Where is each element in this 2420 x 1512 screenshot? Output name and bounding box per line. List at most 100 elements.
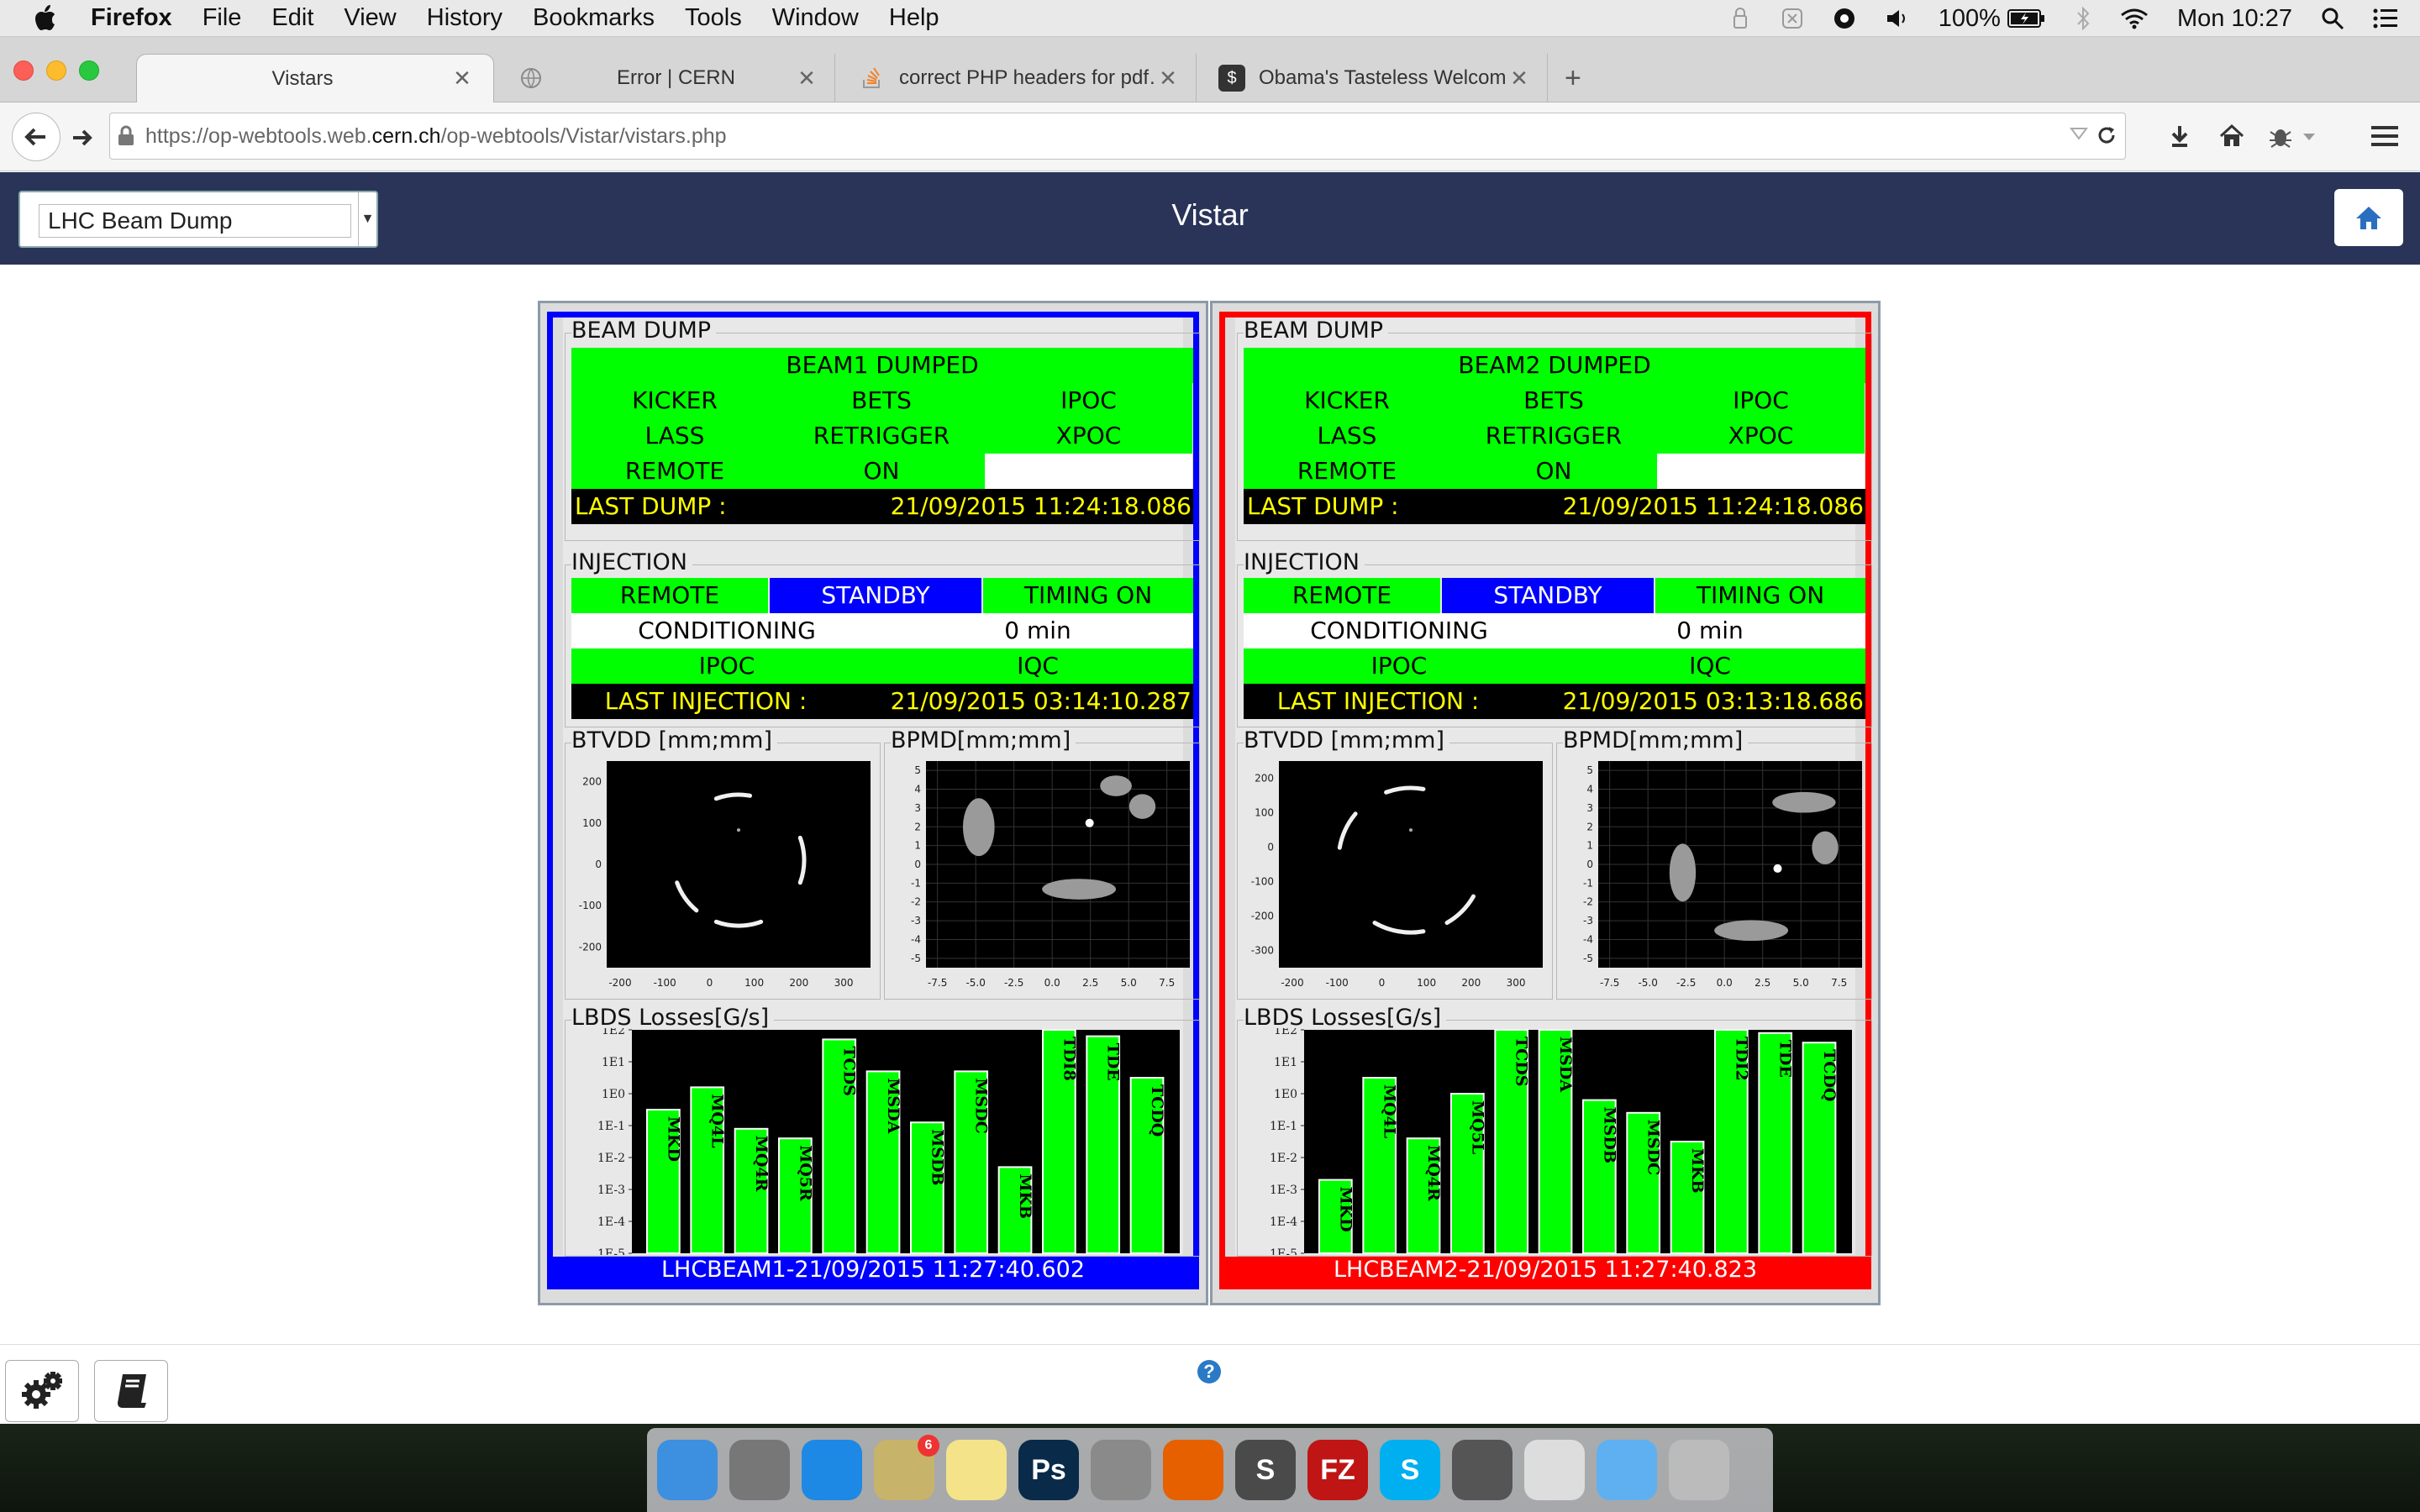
tab-close-icon[interactable]: ✕ [1507, 66, 1532, 92]
addon-bug-icon[interactable] [2264, 119, 2297, 153]
plot-label: BPMD[mm;mm] [891, 727, 1076, 753]
dump-status-cell: REMOTE [571, 454, 778, 489]
volume-icon[interactable] [1885, 7, 1910, 30]
y-tick-label: 2 [1586, 821, 1593, 832]
injection-iqc: IQC [1555, 648, 1865, 684]
menu-history[interactable]: History [427, 4, 502, 32]
battery-icon[interactable] [2007, 8, 2046, 29]
sublime-text-icon[interactable]: S [1235, 1440, 1296, 1500]
home-button[interactable] [2334, 189, 2403, 246]
tab-strip: Vistars ✕ Error | CERN ✕ correct PHP hea… [0, 37, 2420, 102]
reload-icon[interactable] [2095, 123, 2118, 147]
firefox-icon[interactable] [1163, 1440, 1223, 1500]
mail-icon[interactable]: 6 [874, 1435, 939, 1500]
help-icon[interactable]: ? [1197, 1360, 1221, 1383]
window-close-button[interactable] [13, 60, 34, 81]
menu-help[interactable]: Help [889, 4, 939, 32]
loss-bar-label: MSDA [1556, 1037, 1575, 1092]
window-zoom-button[interactable] [79, 60, 99, 81]
apple-icon[interactable] [32, 4, 66, 33]
dump-status-cell: LASS [1244, 418, 1450, 454]
tab-close-icon[interactable]: ✕ [1155, 66, 1181, 92]
filezilla-icon[interactable]: FZ [1307, 1440, 1368, 1500]
vpn-icon[interactable] [1728, 6, 1752, 31]
plot-label: BPMD[mm;mm] [1563, 727, 1749, 753]
back-button[interactable] [12, 113, 60, 161]
bpm-reference-dot [1773, 864, 1782, 873]
launchpad-icon[interactable] [729, 1440, 790, 1500]
clock[interactable]: Mon 10:27 [2177, 5, 2292, 33]
last-dump-label: LAST DUMP : [1244, 489, 1521, 524]
safari-icon[interactable] [802, 1440, 862, 1500]
menu-edit[interactable]: Edit [271, 4, 313, 32]
tab-stackoverflow[interactable]: correct PHP headers for pdf… ✕ [844, 54, 1197, 102]
wifi-icon[interactable] [2120, 8, 2149, 29]
finder-icon[interactable] [657, 1440, 718, 1500]
dump-status-cell: KICKER [571, 383, 778, 418]
x-tick-label: 300 [834, 977, 854, 989]
loss-bar-label: MQ5R [796, 1145, 814, 1201]
menu-file[interactable]: File [203, 4, 242, 32]
tab-obama[interactable]: $ Obama's Tasteless Welcom… ✕ [1203, 54, 1548, 102]
y-tick-label: 1E-1 [597, 1120, 625, 1133]
loss-bar-label: TCDQ [1820, 1049, 1839, 1101]
close-box-icon[interactable] [1781, 7, 1804, 30]
tab-error-cern[interactable]: Error | CERN ✕ [502, 54, 835, 102]
battery-percent: 100% [1938, 4, 2001, 32]
skype-icon[interactable]: S [1380, 1440, 1440, 1500]
dump-status-cell: REMOTE [1244, 454, 1450, 489]
new-tab-button[interactable]: + [1565, 54, 1598, 102]
tab-close-icon[interactable]: ✕ [794, 66, 819, 92]
x-tick-label: -2.5 [1676, 977, 1696, 989]
hamburger-menu-icon[interactable] [2368, 119, 2402, 153]
notes-icon[interactable] [946, 1440, 1007, 1500]
menu-app-name[interactable]: Firefox [91, 4, 172, 32]
menu-view[interactable]: View [344, 4, 396, 32]
loss-bar-label: MQ4R [1424, 1145, 1443, 1201]
menu-bookmarks[interactable]: Bookmarks [533, 4, 655, 32]
addon-dropdown-icon[interactable] [2299, 124, 2319, 150]
photoshop-icon[interactable]: Ps [1018, 1440, 1079, 1500]
notification-center-icon[interactable] [2373, 8, 2398, 29]
documents-icon[interactable] [1524, 1440, 1585, 1500]
folder-icon[interactable] [1597, 1440, 1657, 1500]
spotlight-search-icon[interactable] [2321, 7, 2344, 30]
loss-bar-label: TDI2 [1732, 1037, 1750, 1081]
x-tick-label: -5.0 [1638, 977, 1657, 989]
y-tick-label: 1 [914, 840, 921, 852]
x-tick-label: 0.0 [1044, 977, 1060, 989]
url-bar[interactable]: https://op-webtools.web. cern.ch/op-webto… [109, 113, 2126, 160]
tab-label: Vistars [271, 66, 334, 90]
downloads-icon[interactable] [2163, 119, 2196, 153]
menu-window[interactable]: Window [772, 4, 859, 32]
conditioning-value: 0 min [1555, 613, 1865, 648]
plot-area [607, 761, 871, 968]
stackoverflow-icon [859, 65, 886, 92]
logbook-button[interactable] [94, 1360, 168, 1422]
y-tick-label: 100 [1255, 807, 1274, 819]
tab-vistars[interactable]: Vistars ✕ [136, 54, 494, 102]
sequel-pro-icon[interactable] [1452, 1440, 1512, 1500]
bluetooth-icon[interactable] [2075, 6, 2091, 31]
globe-icon [518, 65, 544, 92]
trash-icon[interactable] [1669, 1440, 1729, 1500]
home-icon[interactable] [2215, 119, 2249, 153]
settings-button[interactable] [5, 1360, 79, 1422]
dropdown-history-icon[interactable] [2070, 125, 2088, 142]
bpm-trace-blob [1128, 794, 1156, 819]
y-tick-label: 0 [595, 858, 602, 870]
beam-sweep-center [1409, 828, 1413, 832]
losses-chart: 1E2 1E1 1E0 1E-1 1E-2 1E-3 1E-4 1E-5 MKD MQ4L MQ4R… [1237, 1028, 1872, 1255]
forward-button[interactable] [66, 121, 99, 155]
dock-icon-glyph: Ps [1031, 1453, 1066, 1486]
tab-close-icon[interactable]: ✕ [450, 66, 475, 92]
window-minimize-button[interactable] [46, 60, 66, 81]
sync-icon[interactable] [1833, 7, 1856, 30]
last-injection-label: LAST INJECTION : [571, 684, 840, 719]
loss-bar-label: TCDQ [1148, 1084, 1166, 1137]
beam-dumped-status: BEAM2 DUMPED [1244, 348, 1865, 383]
system-preferences-icon[interactable] [1091, 1440, 1151, 1500]
injection-timing: TIMING ON [983, 578, 1193, 613]
dock: 6 Ps S FZ S [647, 1428, 1773, 1512]
menu-tools[interactable]: Tools [685, 4, 742, 32]
